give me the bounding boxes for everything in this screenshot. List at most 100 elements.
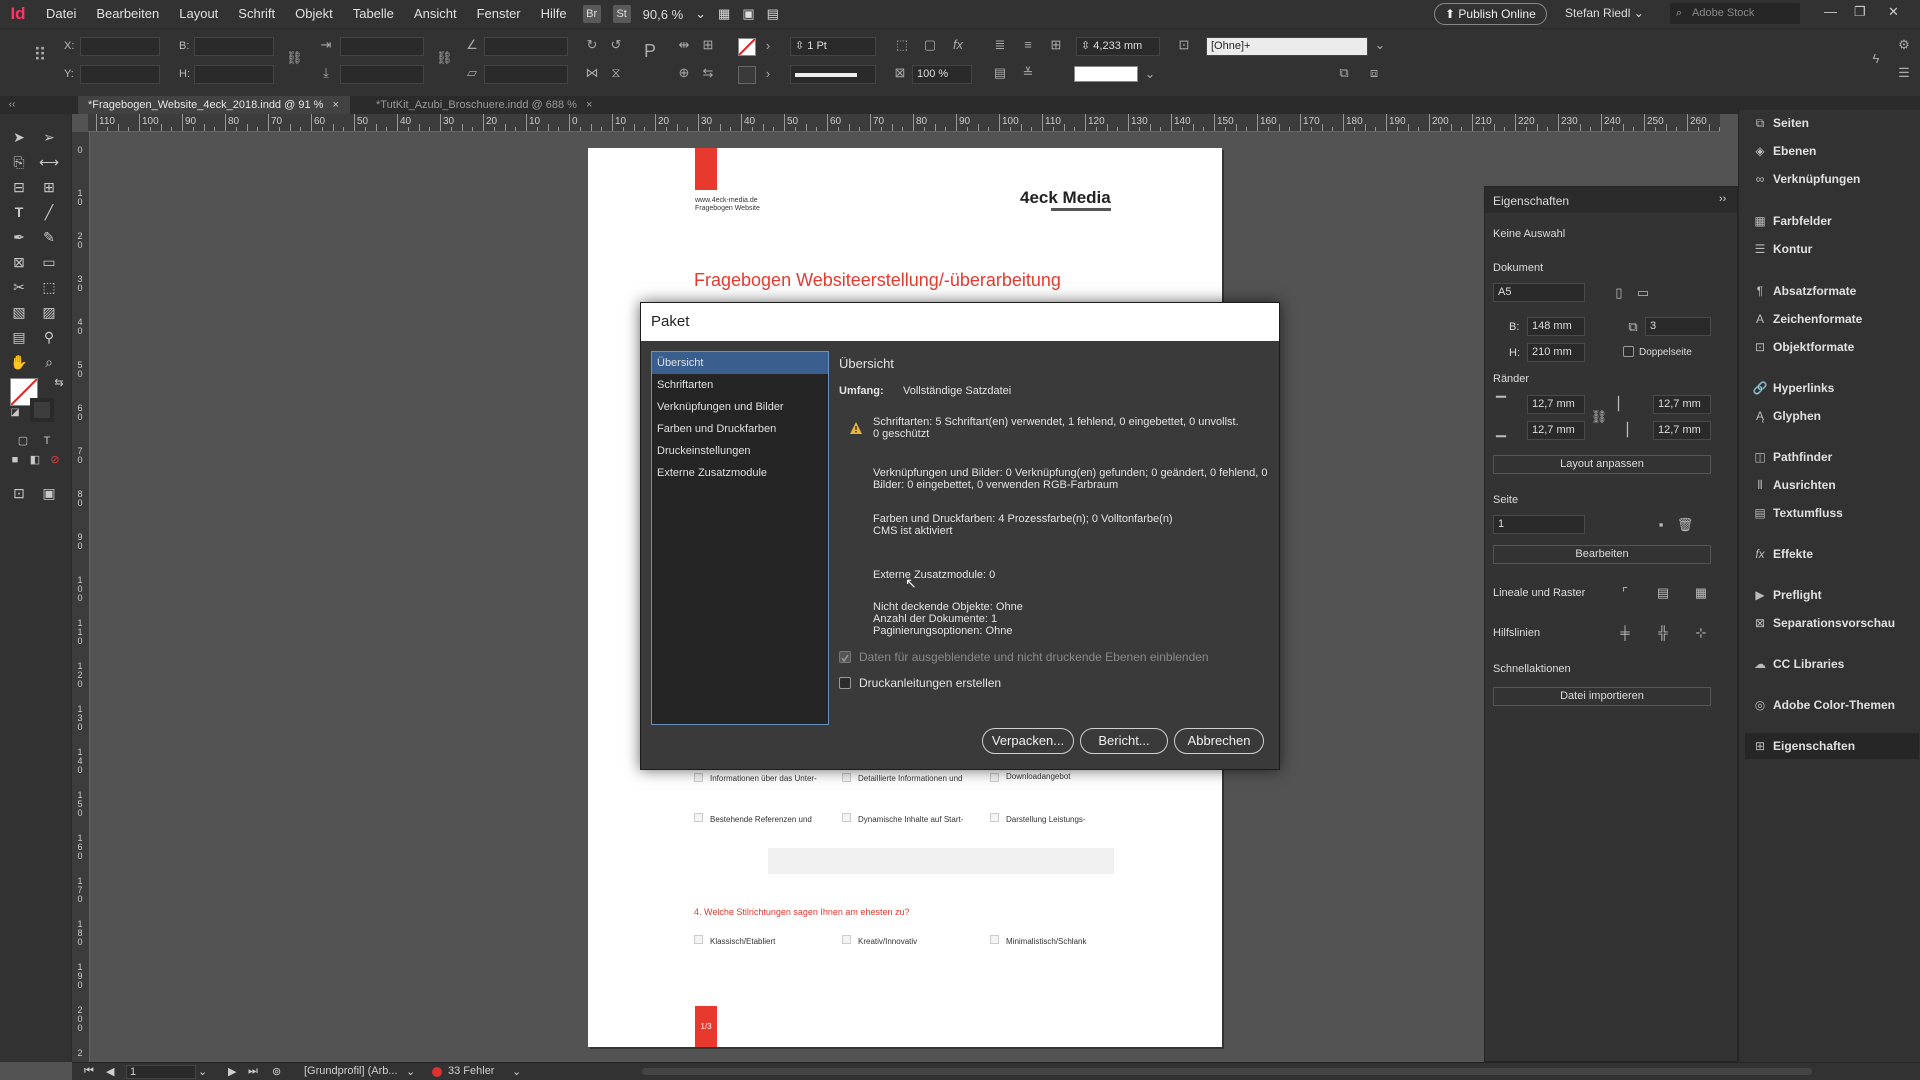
- scissors-tool-icon[interactable]: ✂: [8, 276, 30, 298]
- chevron-right-icon[interactable]: ›: [760, 38, 776, 54]
- align-left-icon[interactable]: ≣: [992, 37, 1008, 53]
- scale-y-field[interactable]: [340, 65, 424, 84]
- pen-tool-icon[interactable]: ✒: [8, 226, 30, 248]
- reference-point-icon[interactable]: ⠿: [28, 46, 52, 71]
- height-field[interactable]: [194, 65, 274, 84]
- gradient-feather-tool-icon[interactable]: ▨: [38, 301, 60, 323]
- stroke-weight-field[interactable]: ⇳ 1 Pt: [790, 37, 876, 56]
- minimize-icon[interactable]: —: [1824, 4, 1837, 19]
- panel-eigenschaften[interactable]: ⊞ Eigenschaften: [1745, 733, 1919, 759]
- rotation-field[interactable]: [484, 37, 568, 56]
- zoom-tool-icon[interactable]: ⌕: [38, 351, 60, 373]
- panel-cc-libraries[interactable]: ☁ CC Libraries: [1745, 651, 1919, 677]
- panel-ebenen[interactable]: ◈ Ebenen: [1745, 138, 1919, 164]
- landscape-orientation-icon[interactable]: ▭: [1633, 283, 1653, 303]
- flip-icon[interactable]: ⋈: [584, 65, 600, 81]
- preflight-profile[interactable]: [Grundprofil] (Arb...: [304, 1065, 398, 1077]
- view-options-icon[interactable]: ▦: [712, 6, 736, 22]
- menu-fenster[interactable]: Fenster: [467, 0, 531, 28]
- link-scale-icon[interactable]: ⛓: [436, 50, 453, 66]
- menu-ansicht[interactable]: Ansicht: [404, 0, 467, 28]
- menu-objekt[interactable]: Objekt: [285, 0, 343, 28]
- spacing-field[interactable]: ⇳ 4,233 mm: [1076, 37, 1160, 56]
- panel-hyperlinks[interactable]: 🔗 Hyperlinks: [1745, 375, 1919, 401]
- checkbox[interactable]: [694, 935, 703, 944]
- edit-page-button[interactable]: Bearbeiten: [1493, 545, 1711, 564]
- menu-layout[interactable]: Layout: [169, 0, 228, 28]
- open-page-icon[interactable]: ⊚: [272, 1065, 281, 1078]
- distribute-spacing-icon[interactable]: ⊞: [1048, 37, 1064, 53]
- panel-kontur[interactable]: ☰ Kontur: [1745, 236, 1919, 262]
- panel-seiten[interactable]: ⧉ Seiten: [1745, 110, 1919, 136]
- free-transform-tool-icon[interactable]: ⬚: [38, 276, 60, 298]
- delete-page-icon[interactable]: 🗑: [1675, 515, 1695, 535]
- panel-farbfelder[interactable]: ▦ Farbfelder: [1745, 208, 1919, 234]
- horizontal-ruler[interactable]: 110 100 90 80 70 60 50 40 30 20 10 0 10 20 30 40 50 60 70 8…: [88, 114, 1720, 132]
- scale-x-field[interactable]: [340, 37, 424, 56]
- checkbox[interactable]: [990, 935, 999, 944]
- chevron-down-icon[interactable]: ⌄: [1372, 37, 1388, 53]
- close-window-icon[interactable]: ✕: [1888, 4, 1899, 20]
- print-instructions-checkbox[interactable]: [839, 677, 851, 689]
- object-style-dropdown[interactable]: [Ohne]+: [1206, 37, 1368, 56]
- cancel-button[interactable]: Abbrechen: [1174, 728, 1264, 754]
- width-field[interactable]: [194, 37, 274, 56]
- apply-gradient-icon[interactable]: ◧: [24, 449, 46, 471]
- chevron-right-icon[interactable]: ›: [760, 66, 776, 82]
- page-size-dropdown[interactable]: A5: [1493, 283, 1585, 302]
- stroke-swatch[interactable]: [738, 66, 756, 84]
- panel-textumfluss[interactable]: ▤ Textumfluss: [1745, 500, 1919, 526]
- collapse-panel-icon[interactable]: ‹‹: [4, 97, 20, 113]
- checkbox[interactable]: [990, 813, 999, 822]
- flip-vertical-icon[interactable]: ⧖: [608, 65, 624, 81]
- margin-inner-field[interactable]: 12,7 mm: [1653, 395, 1711, 414]
- lightning-icon[interactable]: ϟ: [1868, 51, 1884, 67]
- tab-fragebogen[interactable]: *Fragebogen_Website_4eck_2018.indd @ 91 …: [78, 96, 350, 114]
- frame-fitting-icon[interactable]: ⧉: [1336, 65, 1352, 81]
- nav-item-print-settings[interactable]: Druckeinstellungen: [652, 440, 828, 462]
- checkbox[interactable]: [842, 773, 851, 782]
- shear-field[interactable]: [484, 65, 568, 84]
- nav-item-plugins[interactable]: Externe Zusatzmodule: [652, 462, 828, 484]
- rectangle-tool-icon[interactable]: ▭: [38, 251, 60, 273]
- chevron-down-icon[interactable]: ⌄: [406, 1065, 415, 1078]
- vertical-ruler[interactable]: 0 10 20 30 40 50 60 70 80 90 100 110 120 130 140 150 160…: [72, 132, 90, 1062]
- panel-objektformate[interactable]: ⊡ Objektformate: [1745, 334, 1919, 360]
- menu-hilfe[interactable]: Hilfe: [531, 0, 577, 28]
- margin-top-field[interactable]: 12,7 mm: [1527, 395, 1585, 414]
- checkbox[interactable]: [990, 773, 999, 782]
- constrain-proportions-icon[interactable]: ⛓: [286, 50, 303, 66]
- checkbox[interactable]: [842, 935, 851, 944]
- pages-count-field[interactable]: 3: [1645, 317, 1711, 336]
- panel-absatzformate[interactable]: ¶ Absatzformate: [1745, 278, 1919, 304]
- stock-button[interactable]: St: [612, 5, 631, 23]
- text-input-field[interactable]: [768, 848, 1114, 874]
- align-center-icon[interactable]: ≡: [1020, 37, 1036, 53]
- restore-icon[interactable]: ❐: [1854, 4, 1866, 20]
- bridge-button[interactable]: Br: [582, 5, 601, 23]
- user-account[interactable]: Stefan Riedl ⌄: [1565, 6, 1644, 20]
- gear-icon[interactable]: ⚙: [1896, 37, 1912, 53]
- arrange-documents-icon[interactable]: ▤: [761, 6, 785, 22]
- drop-shadow-icon[interactable]: ▢: [922, 37, 938, 53]
- page-height-field[interactable]: 210 mm: [1527, 343, 1585, 362]
- screen-mode-icon[interactable]: ▣: [736, 6, 760, 22]
- previous-page-icon[interactable]: ◀: [106, 1065, 114, 1078]
- show-guides-icon[interactable]: ╪: [1615, 623, 1635, 643]
- y-field[interactable]: [80, 65, 160, 84]
- panel-effekte[interactable]: fx Effekte: [1745, 541, 1919, 567]
- next-page-icon[interactable]: ▶: [228, 1065, 236, 1078]
- margin-outer-field[interactable]: 12,7 mm: [1653, 421, 1711, 440]
- wrap-text-icon[interactable]: ▤: [992, 65, 1008, 81]
- nav-item-fonts[interactable]: Schriftarten: [652, 374, 828, 396]
- opacity-field[interactable]: 100 %: [912, 65, 972, 84]
- new-page-icon[interactable]: ▪: [1651, 515, 1671, 535]
- package-button[interactable]: Verpacken...: [982, 728, 1074, 754]
- effects-icon[interactable]: fx: [950, 37, 966, 53]
- apply-color-icon[interactable]: ■: [4, 449, 26, 471]
- document-grid-icon[interactable]: ▦: [1691, 583, 1711, 603]
- panel-pathfinder[interactable]: ◫ Pathfinder: [1745, 444, 1919, 470]
- pencil-tool-icon[interactable]: ✎: [38, 226, 60, 248]
- nav-item-links[interactable]: Verknüpfungen und Bilder: [652, 396, 828, 418]
- fill-preview[interactable]: [1074, 66, 1138, 82]
